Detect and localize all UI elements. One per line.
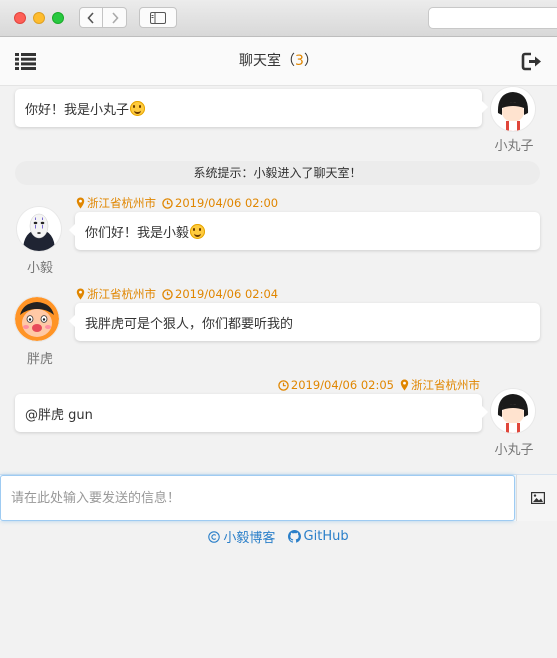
zoom-window-button[interactable] [52, 12, 64, 24]
blog-link[interactable]: 小毅博客 [208, 527, 275, 546]
message-meta: 浙江省杭州市 2019/04/06 02:00 [76, 195, 278, 211]
message-bubble: 你好！我是小丸子 [15, 89, 488, 127]
clock-icon [278, 379, 289, 391]
chevron-right-icon [111, 11, 119, 24]
location-icon [76, 288, 85, 300]
count-paren-open: （ [281, 53, 296, 69]
online-count: 3 [295, 53, 304, 69]
noface-avatar-icon [17, 207, 61, 251]
sender-name: 胖虎 [26, 352, 53, 367]
copyright-icon [208, 530, 221, 543]
message-text: 你好！我是小丸子 [25, 102, 130, 118]
sidebar-icon [150, 11, 166, 24]
send-image-button[interactable] [516, 475, 557, 521]
address-bar[interactable] [428, 7, 557, 29]
chat-header: 聊天室（3） [0, 37, 557, 86]
github-icon [287, 529, 301, 543]
message-list[interactable]: 你好！我是小丸子 小丸子 系统提示：小毅进入了聊天室！ 小毅 浙江省杭州市 20… [0, 85, 557, 472]
github-link-text: GitHub [303, 528, 349, 544]
maruko-avatar-icon [491, 389, 535, 433]
avatar[interactable] [15, 297, 59, 341]
browser-toolbar [0, 0, 557, 37]
back-button[interactable] [79, 7, 103, 28]
clock-icon [162, 288, 173, 300]
page-title: 聊天室（3） [0, 37, 557, 85]
forward-button[interactable] [103, 7, 127, 28]
location-text: 浙江省杭州市 [411, 378, 480, 392]
message-meta: 浙江省杭州市 2019/04/06 02:04 [76, 286, 278, 302]
gian-avatar-icon [15, 297, 59, 341]
room-name: 聊天室 [239, 53, 282, 69]
minimize-window-button[interactable] [33, 12, 45, 24]
clock-icon [162, 197, 173, 209]
footer: 小毅博客 GitHub [0, 527, 557, 547]
message-text: @胖虎 gun [25, 407, 93, 423]
location-text: 浙江省杭州市 [87, 287, 156, 301]
location-text: 浙江省杭州市 [87, 196, 156, 210]
avatar[interactable] [491, 87, 535, 131]
chevron-left-icon [87, 11, 94, 24]
image-icon [530, 492, 545, 504]
time-text: 2019/04/06 02:05 [290, 378, 394, 392]
system-notice: 系统提示：小毅进入了聊天室！ [15, 161, 540, 185]
message-text: 我胖虎可是个狠人，你们都要听我的 [85, 316, 294, 332]
exit-icon[interactable] [521, 52, 543, 71]
blog-link-text: 小毅博客 [223, 531, 276, 546]
message-bubble: 你们好！我是小毅 [69, 212, 540, 250]
message-bubble: @胖虎 gun [15, 394, 488, 432]
location-icon [400, 379, 409, 391]
message-bubble: 我胖虎可是个狠人，你们都要听我的 [69, 303, 540, 341]
time-text: 2019/04/06 02:00 [175, 196, 279, 210]
composer [0, 474, 557, 521]
message-text: 你们好！我是小毅 [85, 225, 190, 241]
count-paren-close: ） [303, 53, 318, 69]
message-input[interactable] [0, 475, 515, 521]
location-icon [76, 197, 85, 209]
sender-name: 小毅 [26, 261, 53, 276]
maruko-avatar-icon [491, 87, 535, 131]
smile-emoji-icon [130, 100, 146, 116]
avatar[interactable] [17, 207, 61, 251]
smile-emoji-icon [190, 223, 206, 239]
close-window-button[interactable] [14, 12, 26, 24]
github-link[interactable]: GitHub [287, 528, 349, 544]
sender-name: 小丸子 [494, 139, 534, 154]
time-text: 2019/04/06 02:04 [175, 287, 279, 301]
message-meta: 2019/04/06 02:05 浙江省杭州市 [278, 377, 480, 393]
sidebar-toggle-button[interactable] [139, 7, 177, 28]
sender-name: 小丸子 [494, 443, 534, 458]
avatar[interactable] [491, 389, 535, 433]
